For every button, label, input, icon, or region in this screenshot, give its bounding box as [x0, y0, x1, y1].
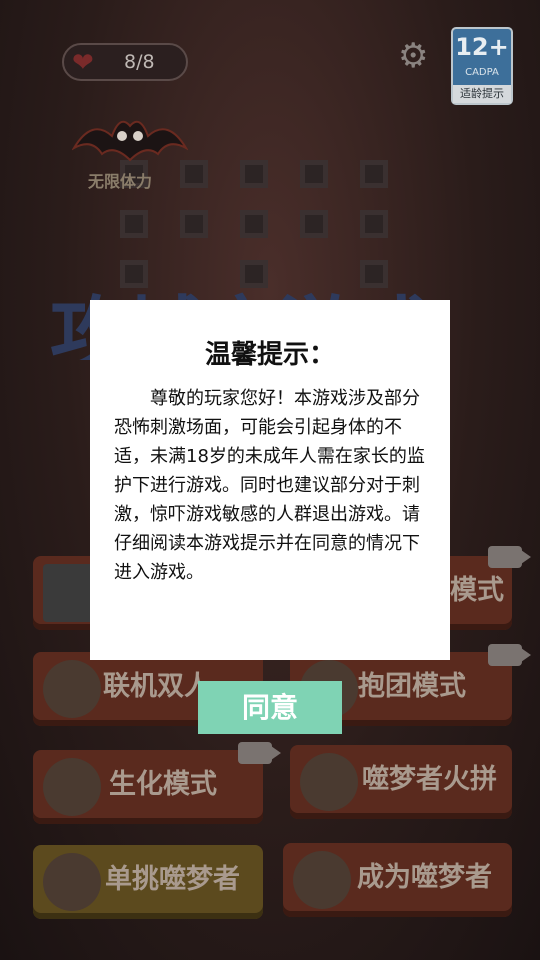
dialog-title: 温馨提示：: [204, 340, 335, 370]
agree-button[interactable]: 同意: [198, 681, 342, 734]
notice-dialog: 温馨提示： 尊敬的玩家您好！本游戏涉及部分恐怖刺激场面，可能会引起身体的不适，未…: [90, 300, 450, 660]
dialog-body: 尊敬的玩家您好！本游戏涉及部分恐怖刺激场面，可能会引起身体的不适，未满18岁的未…: [114, 388, 425, 583]
